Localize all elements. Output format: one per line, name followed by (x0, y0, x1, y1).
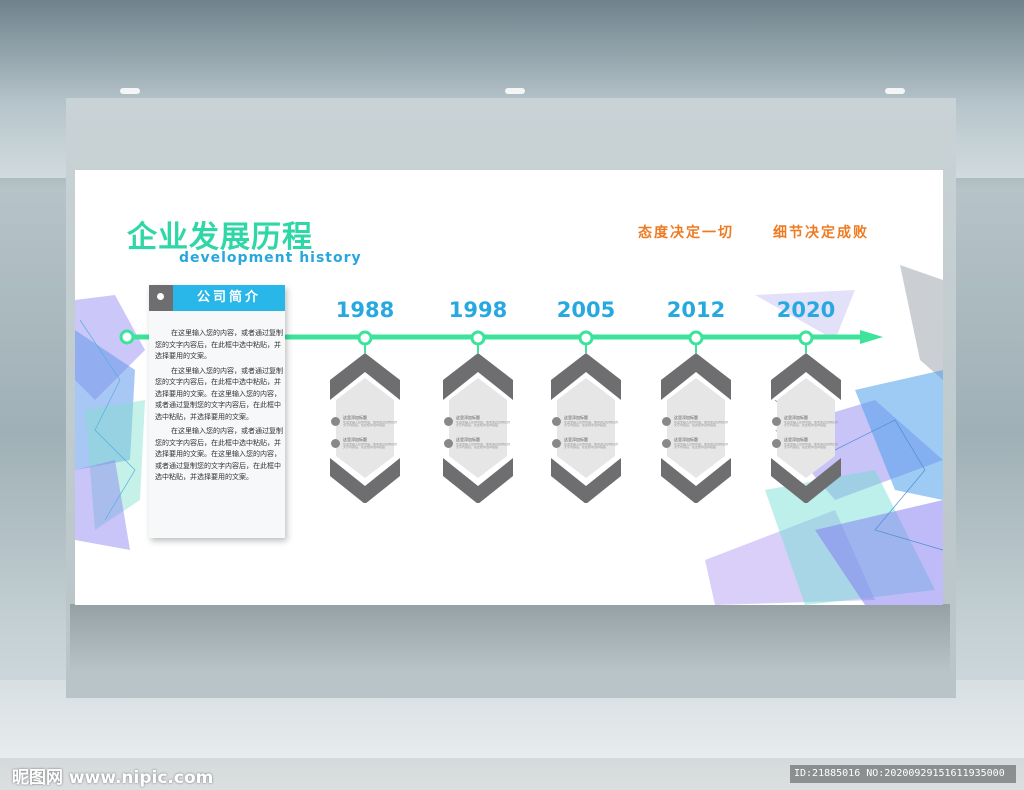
intro-paragraph: 在这里输入您的内容，或者通过复制您的文字内容后，在此框中选中粘贴，并选择要用的文… (155, 366, 283, 421)
person-icon (552, 439, 561, 448)
person-icon (444, 439, 453, 448)
milestone-entry: 这里添加标题 在这里输入您的内容，或者通过复制您的文字内容后，在此框中选中粘贴 (444, 437, 512, 451)
board-shadow (70, 604, 950, 674)
person-icon (772, 439, 781, 448)
person-icon (552, 417, 561, 426)
milestone-entry: 这里添加标题 在这里输入您的内容，或者通过复制您的文字内容后，在此框中选中粘贴 (444, 415, 512, 429)
entry-text: 在这里输入您的内容，或者通过复制您的文字内容后，在此框中选中粘贴 (784, 421, 839, 427)
timeline-year: 1988 (335, 298, 395, 322)
person-icon (331, 417, 340, 426)
entry-text: 在这里输入您的内容，或者通过复制您的文字内容后，在此框中选中粘贴 (343, 443, 398, 449)
watermark-id: ID:21885016 NO:20200929151611935000 (790, 765, 1016, 783)
milestone-entry: 这里添加标题 在这里输入您的内容，或者通过复制您的文字内容后，在此框中选中粘贴 (552, 437, 620, 451)
person-icon (662, 417, 671, 426)
entry-text: 在这里输入您的内容，或者通过复制您的文字内容后，在此框中选中粘贴 (784, 443, 839, 449)
entry-text: 在这里输入您的内容，或者通过复制您的文字内容后，在此框中选中粘贴 (564, 443, 619, 449)
person-icon (331, 439, 340, 448)
person-icon (772, 417, 781, 426)
entry-text: 在这里输入您的内容，或者通过复制您的文字内容后，在此框中选中粘贴 (674, 443, 729, 449)
ceiling-lamp (120, 88, 140, 94)
milestone-entry: 这里添加标题 在这里输入您的内容，或者通过复制您的文字内容后，在此框中选中粘贴 (662, 437, 730, 451)
milestone-entry: 这里添加标题 在这里输入您的内容，或者通过复制您的文字内容后，在此框中选中粘贴 (772, 415, 840, 429)
timeline-year: 2020 (776, 298, 836, 322)
timeline-year: 2005 (556, 298, 616, 322)
watermark-site: 昵图网 www.nipic.com (12, 768, 214, 788)
intro-tab-dot (157, 293, 164, 300)
milestone-entry: 这里添加标题 在这里输入您的内容，或者通过复制您的文字内容后，在此框中选中粘贴 (662, 415, 730, 429)
entry-text: 在这里输入您的内容，或者通过复制您的文字内容后，在此框中选中粘贴 (343, 421, 398, 427)
milestone-card: 这里添加标题 在这里输入您的内容，或者通过复制您的文字内容后，在此框中选中粘贴 这里… (552, 355, 620, 505)
ceiling-lamp (885, 88, 905, 94)
person-icon (444, 417, 453, 426)
milestone-card: 这里添加标题 在这里输入您的内容，或者通过复制您的文字内容后，在此框中选中粘贴 这里… (331, 355, 399, 505)
ceiling-lamp (505, 88, 525, 94)
milestone-entry: 这里添加标题 在这里输入您的内容，或者通过复制您的文字内容后，在此框中选中粘贴 (331, 415, 399, 429)
intro-paragraph: 在这里输入您的内容，或者通过复制您的文字内容后，在此框中选中粘贴，并选择要用的文… (155, 427, 283, 481)
timeline-year: 2012 (666, 298, 726, 322)
timeline-year: 1998 (448, 298, 508, 322)
entry-text: 在这里输入您的内容，或者通过复制您的文字内容后，在此框中选中粘贴 (456, 443, 511, 449)
milestone-entry: 这里添加标题 在这里输入您的内容，或者通过复制您的文字内容后，在此框中选中粘贴 (331, 437, 399, 451)
entry-text: 在这里输入您的内容，或者通过复制您的文字内容后，在此框中选中粘贴 (674, 421, 729, 427)
milestone-card: 这里添加标题 在这里输入您的内容，或者通过复制您的文字内容后，在此框中选中粘贴 这里… (444, 355, 512, 505)
intro-body: 在这里输入您的内容，或者通过复制您的文字内容后，在此框中选中粘贴，并选择要用的文… (155, 328, 283, 487)
milestone-entry: 这里添加标题 在这里输入您的内容，或者通过复制您的文字内容后，在此框中选中粘贴 (552, 415, 620, 429)
entry-text: 在这里输入您的内容，或者通过复制您的文字内容后，在此框中选中粘贴 (564, 421, 619, 427)
display-board: 企业发展历程 development history 态度决定一切 细节决定成败… (75, 170, 943, 605)
milestone-card: 这里添加标题 在这里输入您的内容，或者通过复制您的文字内容后，在此框中选中粘贴 这里… (772, 355, 840, 505)
intro-heading: 公司简介 (173, 285, 285, 311)
intro-paragraph: 在这里输入您的内容，或者通过复制您的文字内容后，在此框中选中粘贴，并选择要用的文… (155, 329, 283, 360)
person-icon (662, 439, 671, 448)
entry-text: 在这里输入您的内容，或者通过复制您的文字内容后，在此框中选中粘贴 (456, 421, 511, 427)
milestone-entry: 这里添加标题 在这里输入您的内容，或者通过复制您的文字内容后，在此框中选中粘贴 (772, 437, 840, 451)
milestone-card: 这里添加标题 在这里输入您的内容，或者通过复制您的文字内容后，在此框中选中粘贴 这里… (662, 355, 730, 505)
